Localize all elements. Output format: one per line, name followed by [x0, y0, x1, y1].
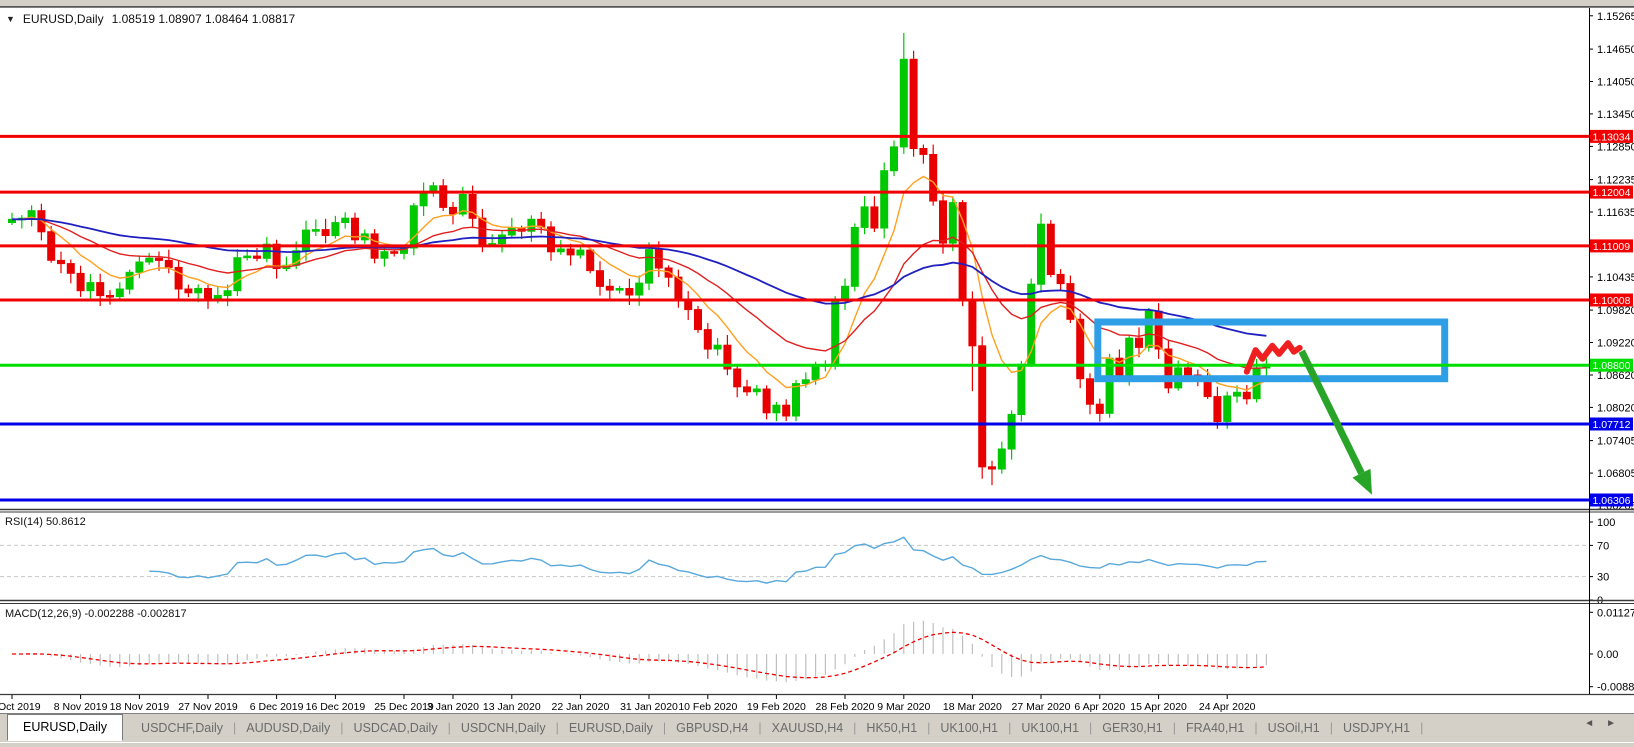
svg-text:1.11635: 1.11635	[1597, 207, 1634, 219]
chart-dropdown-icon[interactable]: ▼	[6, 14, 15, 24]
svg-text:1.15265: 1.15265	[1597, 11, 1634, 23]
svg-text:1.08020: 1.08020	[1597, 402, 1634, 414]
chart-canvas[interactable]: 1.152651.146501.140501.134501.128501.122…	[0, 0, 1634, 747]
svg-text:22 Jan 2020: 22 Jan 2020	[551, 701, 609, 713]
svg-text:1.12235: 1.12235	[1597, 175, 1634, 187]
svg-text:1.06805: 1.06805	[1597, 468, 1634, 480]
svg-text:27 Mar 2020: 27 Mar 2020	[1012, 701, 1071, 713]
svg-text:8 Nov 2019: 8 Nov 2019	[54, 701, 108, 713]
chart-header: ▼ EURUSD,Daily 1.08519 1.08907 1.08464 1…	[6, 12, 295, 26]
svg-text:1.07712: 1.07712	[1593, 419, 1631, 431]
price-level-badges: 1.13034 1.12004 1.11009 1.10008 1.08800 1.077…	[1590, 130, 1633, 507]
svg-text:0.011277: 0.011277	[1597, 607, 1634, 619]
svg-text:30 Oct 2019: 30 Oct 2019	[0, 701, 41, 713]
tab-scroll-left-icon[interactable]: ◄	[1584, 718, 1594, 729]
tab-usdchf-daily[interactable]: USDCHF,Daily	[131, 721, 233, 735]
svg-text:3 Jan 2020: 3 Jan 2020	[427, 701, 479, 713]
tab-audusd-daily[interactable]: AUDUSD,Daily	[236, 721, 340, 735]
svg-text:16 Dec 2019: 16 Dec 2019	[306, 701, 366, 713]
trading-terminal-window: { "header": { "dropdown_icon": "▼", "sym…	[0, 0, 1634, 747]
svg-text:24 Apr 2020: 24 Apr 2020	[1199, 701, 1256, 713]
tab-fra40-h1[interactable]: FRA40,H1	[1176, 721, 1254, 735]
svg-text:9 Mar 2020: 9 Mar 2020	[877, 701, 930, 713]
svg-text:30: 30	[1597, 572, 1609, 584]
svg-text:-0.008845: -0.008845	[1597, 682, 1634, 694]
svg-text:70: 70	[1597, 540, 1609, 552]
tab-usdcnh-daily[interactable]: USDCNH,Daily	[451, 721, 556, 735]
chart-symbol-period: EURUSD,Daily	[23, 12, 104, 26]
svg-text:1.12004: 1.12004	[1593, 187, 1631, 199]
tab-eurusd-daily[interactable]: EURUSD,Daily	[7, 714, 123, 741]
svg-text:1.09220: 1.09220	[1597, 338, 1634, 350]
svg-text:100: 100	[1597, 517, 1615, 529]
svg-text:1.11009: 1.11009	[1593, 241, 1630, 253]
svg-text:0.00: 0.00	[1597, 649, 1618, 661]
svg-text:13 Jan 2020: 13 Jan 2020	[483, 701, 541, 713]
macd-indicator-label: MACD(12,26,9) -0.002288 -0.002817	[5, 608, 187, 620]
svg-text:1.08800: 1.08800	[1593, 360, 1631, 372]
svg-text:1.13450: 1.13450	[1597, 109, 1634, 121]
tab-uk100-h1[interactable]: UK100,H1	[1011, 721, 1089, 735]
svg-text:1.14650: 1.14650	[1597, 44, 1634, 56]
svg-text:25 Dec 2019: 25 Dec 2019	[374, 701, 434, 713]
svg-text:1.10008: 1.10008	[1593, 295, 1631, 307]
svg-text:15 Apr 2020: 15 Apr 2020	[1130, 701, 1187, 713]
tab-ger30-h1[interactable]: GER30,H1	[1092, 721, 1172, 735]
svg-text:19 Feb 2020: 19 Feb 2020	[747, 701, 806, 713]
tab-usdcad-daily[interactable]: USDCAD,Daily	[344, 721, 448, 735]
svg-text:1.13034: 1.13034	[1593, 131, 1631, 143]
rsi-panel-area[interactable]	[0, 512, 1589, 598]
tab-gbpusd-h4[interactable]: GBPUSD,H4	[666, 721, 758, 735]
tab-separator: |	[1420, 721, 1423, 735]
window-bottom-strip	[0, 742, 1634, 747]
tab-scroll-nav: ◄ ►	[1584, 718, 1616, 729]
svg-text:27 Nov 2019: 27 Nov 2019	[178, 701, 238, 713]
svg-text:10 Feb 2020: 10 Feb 2020	[678, 701, 737, 713]
tab-hk50-h1[interactable]: HK50,H1	[856, 721, 927, 735]
svg-text:1.14050: 1.14050	[1597, 77, 1634, 89]
svg-text:1.07405: 1.07405	[1597, 436, 1634, 448]
chart-ohlc-values: 1.08519 1.08907 1.08464 1.08817	[112, 12, 296, 26]
svg-text:1.10435: 1.10435	[1597, 272, 1634, 284]
y-axis-labels: 1.152651.146501.140501.134501.128501.122…	[1589, 11, 1634, 513]
tab-uk100-h1[interactable]: UK100,H1	[930, 721, 1008, 735]
rsi-indicator-label: RSI(14) 50.8612	[5, 516, 86, 528]
tab-usoil-h1[interactable]: USOil,H1	[1258, 721, 1330, 735]
chart-tab-bar: EURUSD,DailyUSDCHF,Daily|AUDUSD,Daily|US…	[0, 713, 1634, 742]
macd-panel-area[interactable]	[0, 604, 1589, 694]
tab-xauusd-h4[interactable]: XAUUSD,H4	[762, 721, 854, 735]
tab-eurusd-daily[interactable]: EURUSD,Daily	[559, 721, 663, 735]
svg-text:18 Mar 2020: 18 Mar 2020	[943, 701, 1002, 713]
tab-scroll-right-icon[interactable]: ►	[1606, 718, 1616, 729]
svg-text:31 Jan 2020: 31 Jan 2020	[620, 701, 678, 713]
svg-text:6 Apr 2020: 6 Apr 2020	[1074, 701, 1125, 713]
time-axis: 30 Oct 2019 8 Nov 201918 Nov 2019 27 Nov 2…	[0, 695, 1256, 713]
svg-text:28 Feb 2020: 28 Feb 2020	[816, 701, 875, 713]
svg-text:1.06306: 1.06306	[1593, 495, 1631, 507]
svg-text:6 Dec 2019: 6 Dec 2019	[250, 701, 304, 713]
svg-text:18 Nov 2019: 18 Nov 2019	[110, 701, 170, 713]
tab-usdjpy-h1[interactable]: USDJPY,H1	[1333, 721, 1420, 735]
